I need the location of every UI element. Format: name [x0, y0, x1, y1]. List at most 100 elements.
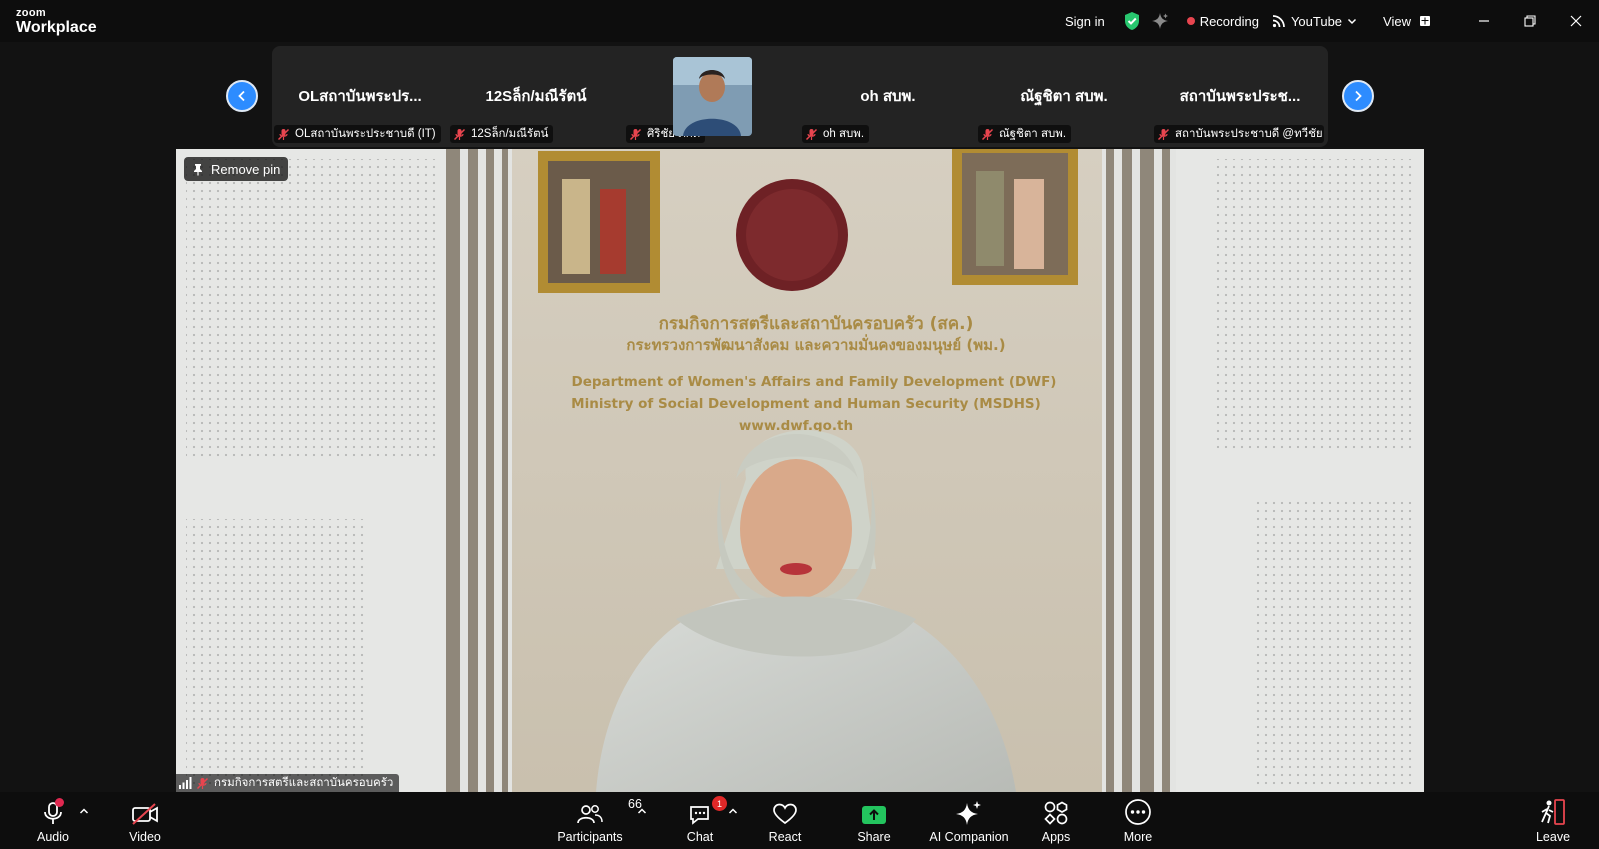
- share-button[interactable]: Share: [854, 792, 894, 849]
- leave-button[interactable]: Leave: [1532, 792, 1574, 849]
- tile-label-text: ณัฐชิตา สบพ.: [999, 128, 1067, 140]
- microphone-icon: [44, 798, 64, 824]
- audio-options-caret-icon[interactable]: [78, 805, 90, 817]
- participants-options-caret-icon[interactable]: [636, 805, 648, 817]
- tile-name: OLสถาบันพระปร...: [298, 88, 422, 105]
- livestream-menu[interactable]: YouTube: [1272, 14, 1357, 29]
- wall-sign-thai-2: กระทรวงการพัฒนาสังคม และความมั่นคงของมนุ…: [626, 334, 1005, 355]
- participant-tile[interactable]: 12Sล็ก/มณีรัตน์ 12Sล็ก/มณีรัตน์: [448, 46, 624, 147]
- tile-label: ณัฐชิตา สบพ.: [978, 125, 1072, 143]
- participant-tile[interactable]: oh สบพ. oh สบพ.: [800, 46, 976, 147]
- tile-label: OLสถาบันพระประชาบดี (IT): [274, 125, 441, 143]
- pin-icon: [194, 163, 202, 175]
- tile-label-text: OLสถาบันพระประชาบดี (IT): [295, 128, 436, 140]
- tile-label-text: 12Sล็ก/มณีรัตน์: [471, 128, 549, 140]
- mic-muted-icon: [1157, 128, 1170, 140]
- view-grid-icon: [1420, 16, 1430, 26]
- video-label: Video: [129, 830, 161, 844]
- mic-muted-icon: [981, 128, 994, 140]
- logo-bottom-text: Workplace: [16, 19, 97, 36]
- sparkle-icon[interactable]: [1151, 12, 1169, 30]
- chat-unread-badge: 1: [712, 796, 727, 811]
- participants-label: Participants: [557, 830, 623, 844]
- tile-name: ณัฐชิตา สบพ.: [1020, 88, 1108, 105]
- remove-pin-label: Remove pin: [211, 161, 281, 177]
- zoom-logo: zoom Workplace: [16, 8, 97, 36]
- chevron-left-icon: [238, 90, 245, 102]
- participant-tile[interactable]: สถาบันพระประช... สถาบันพระประชาบดี @ทวีช…: [1152, 46, 1328, 147]
- mic-muted-icon: [196, 777, 209, 789]
- shield-check-icon[interactable]: [1123, 11, 1141, 31]
- strip-prev-button[interactable]: [226, 80, 258, 112]
- chat-button[interactable]: 1 Chat: [680, 792, 727, 849]
- remove-pin-button[interactable]: Remove pin: [184, 157, 289, 181]
- record-dot-icon: [1186, 17, 1195, 25]
- mic-muted-icon: [805, 128, 818, 140]
- apps-label: Apps: [1041, 830, 1071, 844]
- view-menu[interactable]: View: [1383, 14, 1431, 29]
- close-icon[interactable]: [1553, 0, 1599, 42]
- speaker-name: กรมกิจการสตรีและสถาบันครอบครัว: [214, 777, 394, 789]
- minimize-icon[interactable]: [1461, 0, 1507, 42]
- react-button[interactable]: React: [764, 792, 806, 849]
- tile-label: 12Sล็ก/มณีรัตน์: [450, 125, 554, 143]
- pinned-video[interactable]: กรมกิจการสตรีและสถาบันครอบครัว (สค.) กระ…: [176, 149, 1424, 792]
- participants-button[interactable]: 66 Participants: [554, 792, 642, 849]
- heart-icon: [773, 803, 797, 825]
- audio-label: Audio: [37, 830, 69, 844]
- sign-in-button[interactable]: Sign in: [1065, 14, 1105, 29]
- tile-name: oh สบพ.: [860, 88, 916, 105]
- video-button[interactable]: Video: [120, 792, 170, 849]
- mic-muted-icon: [453, 128, 466, 140]
- tile-label-text: oh สบพ.: [823, 128, 865, 140]
- chat-icon: [690, 806, 709, 825]
- participant-tile[interactable]: OLสถาบันพระปร... OLสถาบันพระประชาบดี (IT…: [272, 46, 448, 147]
- share-screen-icon: [862, 806, 886, 824]
- title-bar: zoom Workplace Sign in Recording YouTube…: [0, 0, 1599, 42]
- recording-indicator[interactable]: Recording: [1186, 13, 1259, 29]
- broadcast-icon: [1272, 15, 1285, 28]
- participant-tile[interactable]: ณัฐชิตา สบพ. ณัฐชิตา สบพ.: [976, 46, 1152, 147]
- signal-strength-icon: [179, 777, 192, 789]
- ai-companion-button[interactable]: AI Companion: [924, 792, 1014, 849]
- tile-label: สถาบันพระประชาบดี @ทวีชัย: [1154, 125, 1324, 143]
- meeting-toolbar: Audio Video 66 Participants 1 Chat React: [0, 792, 1599, 849]
- leave-label: Leave: [1535, 830, 1571, 844]
- share-label: Share: [857, 830, 891, 844]
- video-off-icon: [132, 803, 158, 825]
- speaker-name-tag: กรมกิจการสตรีและสถาบันครอบครัว: [176, 774, 400, 792]
- logo-top-text: zoom: [16, 7, 46, 19]
- mic-muted-icon: [629, 128, 642, 140]
- view-label: View: [1383, 13, 1411, 29]
- tile-label: oh สบพ.: [802, 125, 870, 143]
- tile-name: 12Sล็ก/มณีรัตน์: [485, 88, 587, 105]
- ai-sparkle-icon: [956, 801, 981, 825]
- chevron-right-icon: [1355, 90, 1362, 102]
- participants-icon: [577, 805, 603, 824]
- leave-door-icon: [1541, 799, 1565, 825]
- participant-video-thumbnail: [673, 57, 752, 136]
- more-label: More: [1123, 830, 1153, 844]
- react-label: React: [768, 830, 802, 844]
- strip-next-button[interactable]: [1342, 80, 1374, 112]
- tile-name: สถาบันพระประช...: [1179, 88, 1301, 105]
- livestream-label: YouTube: [1290, 13, 1343, 29]
- chat-options-caret-icon[interactable]: [727, 805, 739, 817]
- recording-label: Recording: [1199, 13, 1259, 29]
- audio-button[interactable]: Audio: [30, 792, 76, 849]
- sign-in-label: Sign in: [1064, 13, 1105, 29]
- chevron-down-icon: [1348, 18, 1357, 25]
- restore-icon[interactable]: [1507, 0, 1553, 42]
- apps-button[interactable]: Apps: [1036, 792, 1076, 849]
- apps-icon: [1044, 801, 1068, 825]
- ai-companion-label: AI Companion: [929, 830, 1009, 844]
- speaker-video-frame: กรมกิจการสตรีและสถาบันครอบครัว (สค.) กระ…: [176, 149, 1424, 792]
- wall-sign-thai-1: กรมกิจการสตรีและสถาบันครอบครัว (สค.): [659, 313, 974, 334]
- wall-sign-en-2: Ministry of Social Development and Human…: [571, 396, 1041, 412]
- mic-muted-icon: [277, 128, 290, 140]
- wall-sign-en-1: Department of Women's Affairs and Family…: [572, 374, 1057, 390]
- chat-label: Chat: [686, 830, 714, 844]
- tile-label-text: สถาบันพระประชาบดี @ทวีชัย: [1175, 128, 1323, 140]
- participant-strip: OLสถาบันพระปร... OLสถาบันพระประชาบดี (IT…: [272, 46, 1328, 147]
- more-button[interactable]: More: [1118, 792, 1158, 849]
